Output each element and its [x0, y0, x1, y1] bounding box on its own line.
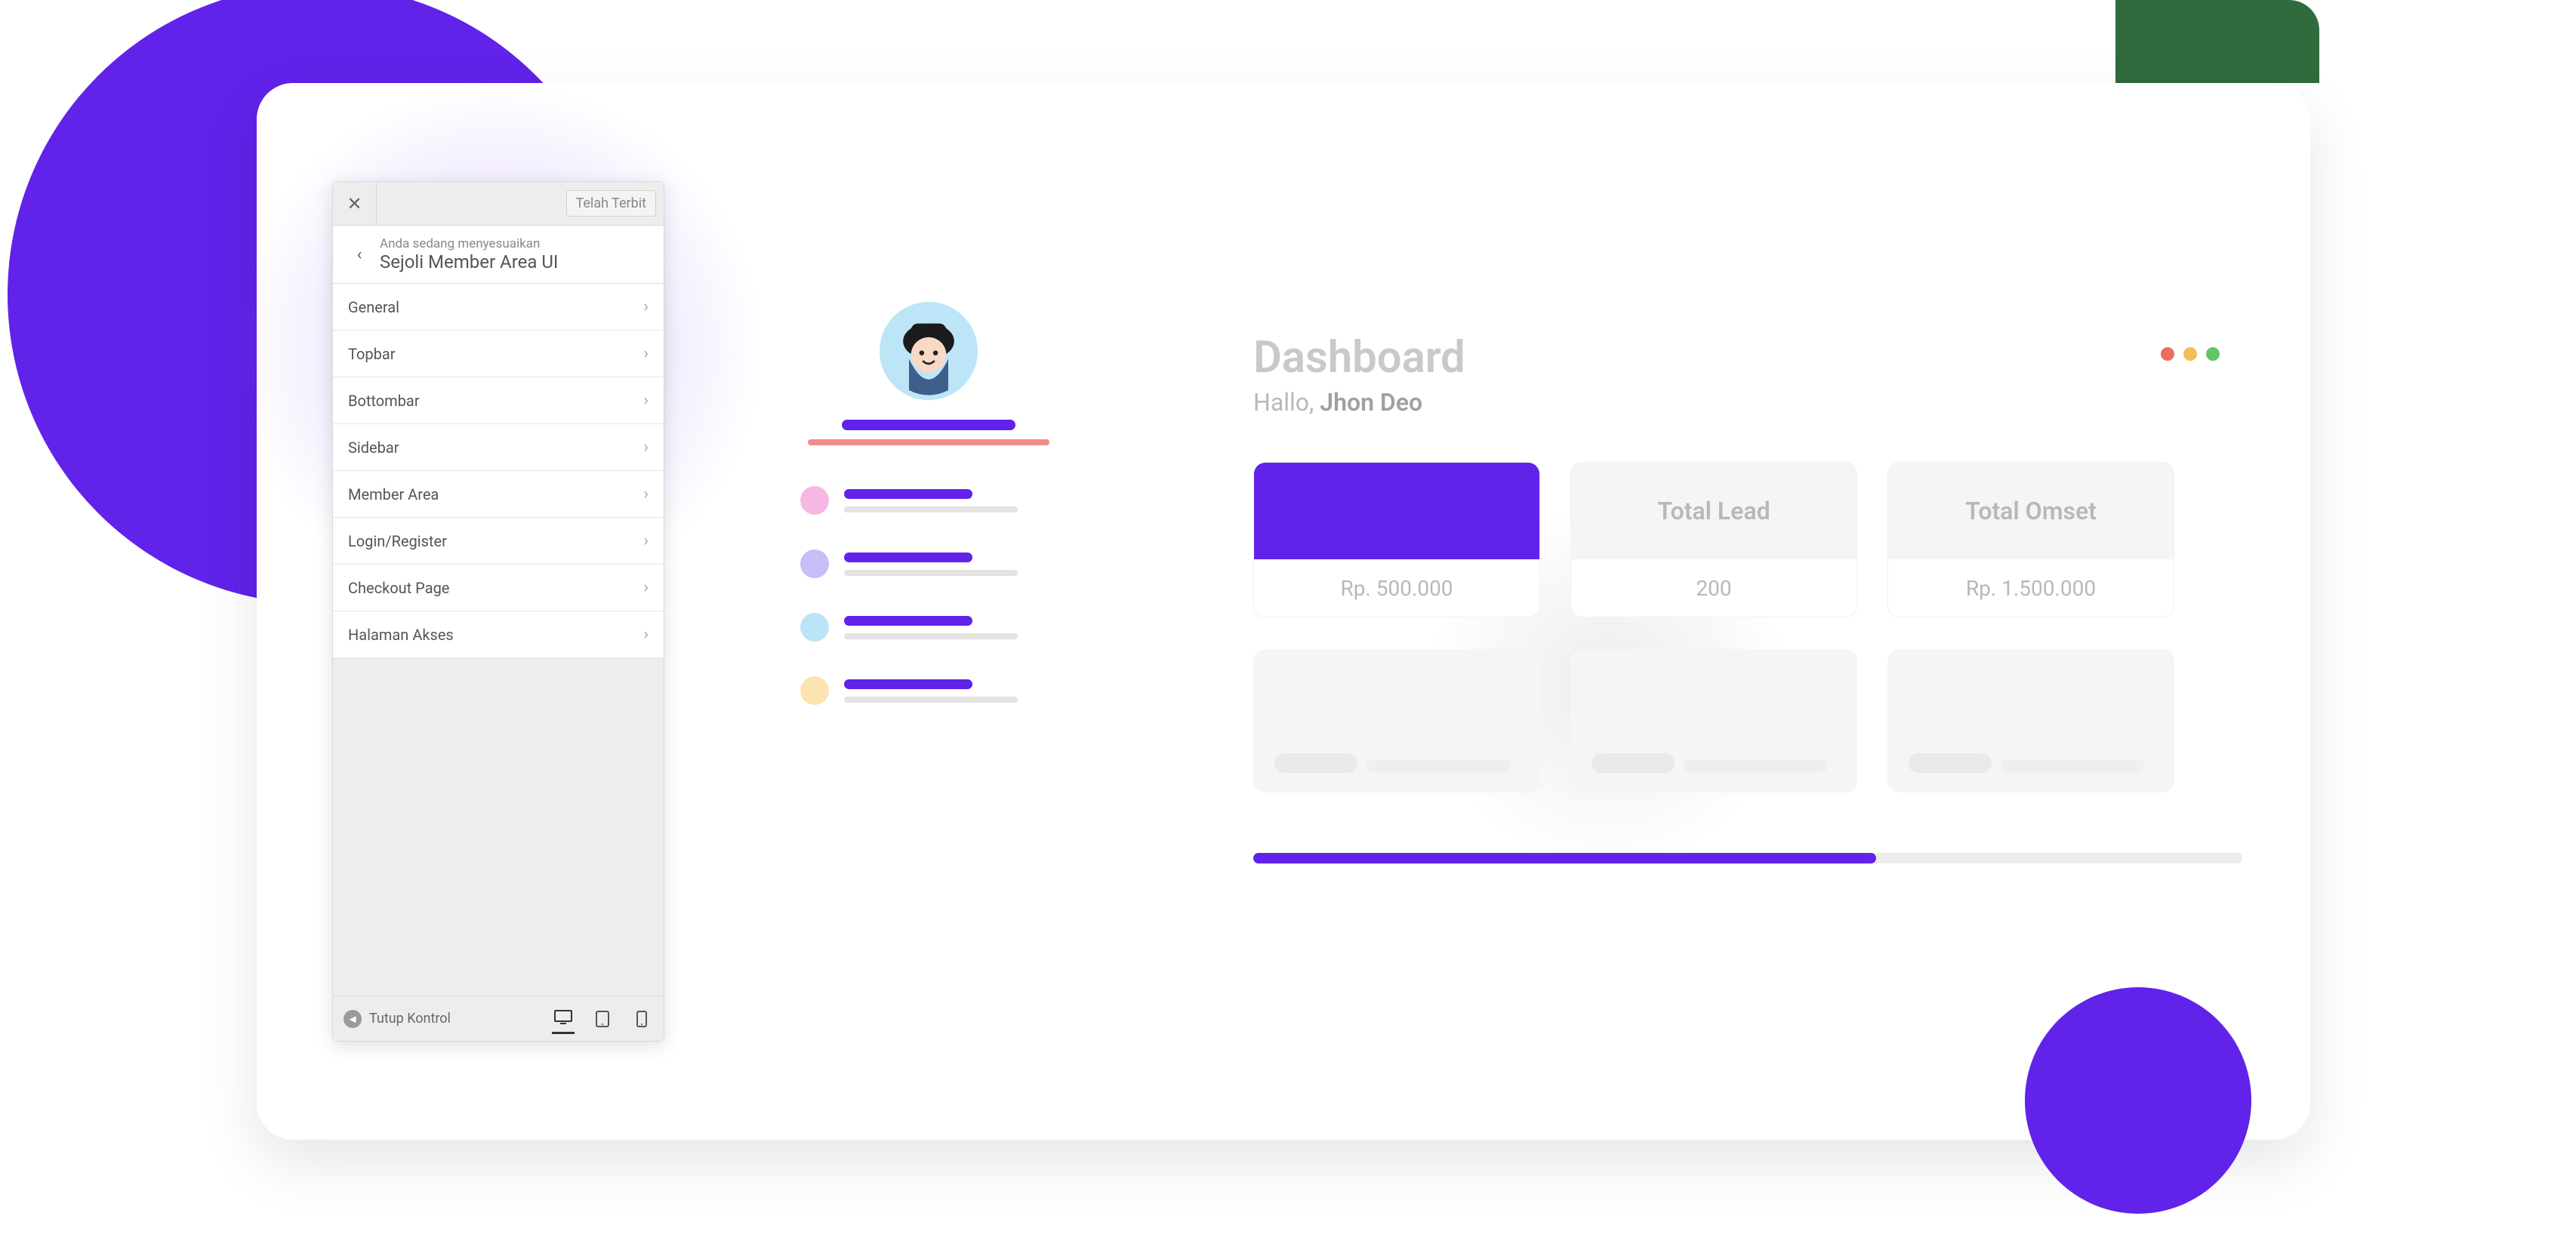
customizer-panel: ✕ Telah Terbit ‹ Anda sedang menyesuaika… [332, 181, 664, 1042]
customizer-item-halaman-akses[interactable]: Halaman Akses › [333, 611, 664, 658]
stat-card-header: Total Omset [1888, 463, 2174, 559]
stat-card-value: 200 [1571, 559, 1857, 617]
skeleton-card [1253, 649, 1540, 793]
stat-card[interactable]: Total Lead 200 [1570, 462, 1857, 617]
skeleton-card [1887, 649, 2174, 793]
sidebar-preview [778, 302, 1080, 740]
collapse-label: Tutup Kontrol [369, 1011, 451, 1027]
nav-dot-icon [800, 549, 829, 578]
desktop-icon [554, 1010, 572, 1025]
nav-label-placeholder [844, 489, 972, 499]
chevron-right-icon: › [643, 391, 649, 410]
customizer-item-sidebar[interactable]: Sidebar › [333, 424, 664, 471]
stat-card[interactable]: Total Omset Rp. 1.500.000 [1887, 462, 2174, 617]
customizer-item-member-area[interactable]: Member Area › [333, 471, 664, 518]
decor-circle-right [2025, 987, 2251, 1214]
customizer-item-label: General [348, 298, 399, 316]
chevron-right-icon: › [643, 438, 649, 457]
app-window: ✕ Telah Terbit ‹ Anda sedang menyesuaika… [257, 83, 2310, 1140]
nav-sublabel-placeholder [844, 633, 1018, 639]
chevron-right-icon: › [643, 344, 649, 363]
stat-card[interactable]: Rp. 500.000 [1253, 462, 1540, 617]
mobile-icon [636, 1011, 647, 1027]
customizer-spacer [333, 658, 664, 996]
customizer-item-label: Bottombar [348, 392, 420, 410]
nav-sublabel-placeholder [844, 506, 1018, 513]
customizer-item-label: Checkout Page [348, 579, 449, 597]
progress-bar-fill [1253, 853, 1876, 863]
customizer-item-topbar[interactable]: Topbar › [333, 331, 664, 377]
avatar-icon [880, 302, 978, 400]
sidebar-nav-item[interactable] [800, 486, 1080, 515]
device-mobile-button[interactable] [630, 1004, 653, 1034]
greeting-name: Jhon Deo [1320, 388, 1422, 417]
avatar [880, 302, 978, 400]
chevron-right-icon: › [643, 485, 649, 503]
close-button[interactable]: ✕ [333, 182, 377, 225]
stat-card-value: Rp. 1.500.000 [1888, 559, 2174, 617]
nav-label-placeholder [844, 553, 972, 562]
tablet-icon [596, 1011, 609, 1027]
sidebar-subtitle-placeholder [808, 439, 1049, 445]
chevron-right-icon: › [643, 578, 649, 597]
customizer-topbar: ✕ Telah Terbit [333, 182, 664, 226]
decor-green-wedge [2115, 0, 2319, 83]
customizer-item-label: Sidebar [348, 439, 399, 457]
customizer-bottombar: ◄ Tutup Kontrol [333, 996, 664, 1041]
chevron-left-icon: ‹ [357, 245, 362, 264]
close-icon: ✕ [347, 193, 362, 214]
customizer-title-row: ‹ Anda sedang menyesuaikan Sejoli Member… [333, 226, 664, 284]
progress-bar [1253, 853, 2242, 863]
collapse-icon: ◄ [344, 1010, 362, 1028]
greeting-prefix: Hallo, [1253, 388, 1320, 417]
device-desktop-button[interactable] [552, 1004, 575, 1034]
customizer-item-label: Member Area [348, 485, 439, 503]
back-button[interactable]: ‹ [347, 242, 372, 267]
nav-dot-icon [800, 486, 829, 515]
skeleton-card [1570, 649, 1857, 793]
window-close-dot[interactable] [2161, 347, 2174, 361]
window-controls [2161, 347, 2220, 361]
nav-label-placeholder [844, 616, 972, 626]
device-switcher [552, 1004, 653, 1034]
customizer-item-label: Topbar [348, 345, 396, 363]
sidebar-name-placeholder [842, 420, 1015, 430]
collapse-controls-button[interactable]: ◄ Tutup Kontrol [344, 1010, 451, 1028]
nav-sublabel-placeholder [844, 697, 1018, 703]
window-min-dot[interactable] [2183, 347, 2197, 361]
sidebar-nav-item[interactable] [800, 549, 1080, 578]
nav-label-placeholder [844, 679, 972, 689]
chevron-right-icon: › [643, 625, 649, 644]
sidebar-nav-item[interactable] [800, 676, 1080, 705]
customizer-section-list: General › Topbar › Bottombar › Sidebar ›… [333, 284, 664, 658]
stat-cards-row: Rp. 500.000 Total Lead 200 Total Omset R… [1253, 462, 2242, 617]
customizer-title: Sejoli Member Area UI [380, 251, 558, 272]
stat-card-value: Rp. 500.000 [1254, 559, 1539, 617]
chevron-right-icon: › [643, 531, 649, 550]
sidebar-nav-item[interactable] [800, 613, 1080, 642]
nav-dot-icon [800, 613, 829, 642]
chevron-right-icon: › [643, 297, 649, 316]
customizer-item-checkout-page[interactable]: Checkout Page › [333, 565, 664, 611]
device-tablet-button[interactable] [591, 1004, 614, 1034]
customizer-context-label: Anda sedang menyesuaikan [380, 236, 558, 251]
dashboard-preview: Dashboard Hallo, Jhon Deo Rp. 500.000 To… [1253, 332, 2242, 863]
publish-status-button[interactable]: Telah Terbit [566, 190, 657, 217]
page-title: Dashboard [1253, 332, 2242, 383]
stat-card-header: Total Lead [1571, 463, 1857, 559]
nav-dot-icon [800, 676, 829, 705]
greeting: Hallo, Jhon Deo [1253, 388, 2242, 417]
stat-card-header [1254, 463, 1539, 559]
customizer-item-label: Login/Register [348, 532, 447, 550]
customizer-item-bottombar[interactable]: Bottombar › [333, 377, 664, 424]
window-max-dot[interactable] [2206, 347, 2220, 361]
customizer-item-general[interactable]: General › [333, 284, 664, 331]
customizer-item-login-register[interactable]: Login/Register › [333, 518, 664, 565]
nav-sublabel-placeholder [844, 570, 1018, 576]
skeleton-cards-row [1253, 649, 2242, 793]
customizer-item-label: Halaman Akses [348, 626, 454, 644]
